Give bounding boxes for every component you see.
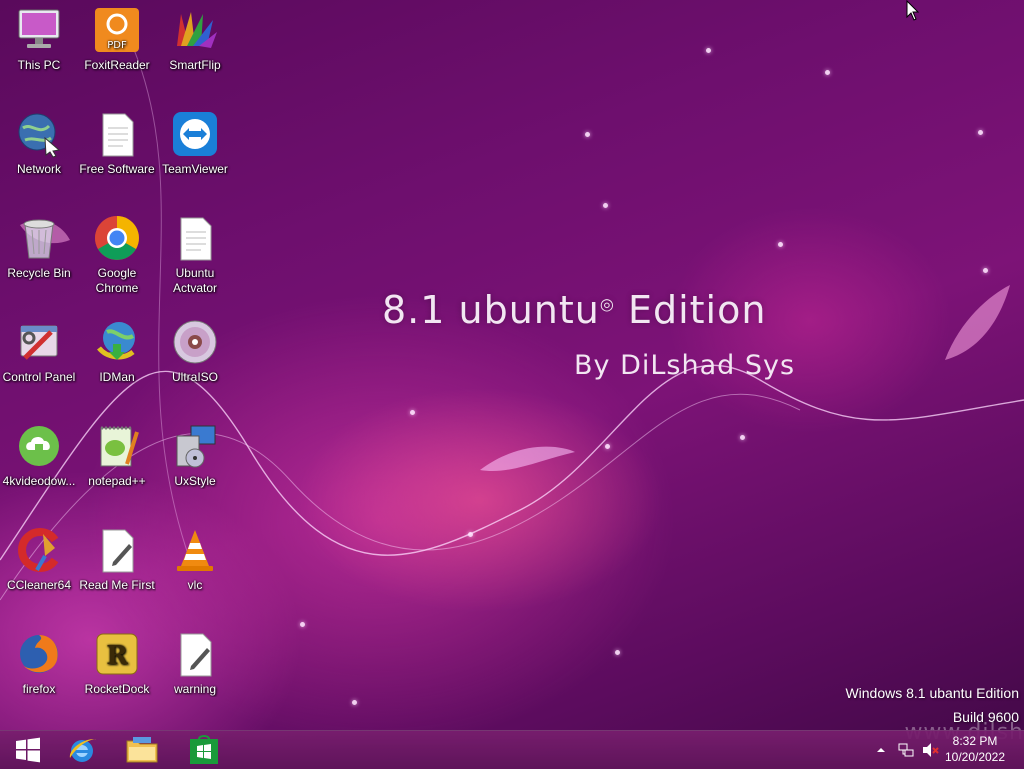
desktop-icon-foxit-reader[interactable]: PDF FoxitReader xyxy=(78,6,156,73)
foxit-pdf-icon: PDF xyxy=(95,8,139,52)
star-decoration xyxy=(825,70,830,75)
windows-logo-icon xyxy=(16,737,40,763)
document-edit-icon xyxy=(102,529,134,573)
globe-icon xyxy=(18,113,61,158)
file-explorer-icon xyxy=(126,737,158,763)
star-decoration xyxy=(585,132,590,137)
idm-globe-icon xyxy=(97,322,135,360)
taskbar: 8:32 PM 10/20/2022 xyxy=(0,730,1024,769)
desktop-icon-free-software[interactable]: Free Software xyxy=(78,110,156,177)
show-hidden-icons-chevron[interactable] xyxy=(876,745,886,755)
star-decoration xyxy=(352,700,357,705)
desktop-icon-idman[interactable]: IDMan xyxy=(78,318,156,385)
desktop-icon-label: vlc xyxy=(187,578,203,592)
desktop-icon-4kvideodownloader[interactable]: 4kvideodow... xyxy=(0,422,78,489)
desktop-icon-smartflip[interactable]: SmartFlip xyxy=(156,6,234,73)
desktop-icon-label: notepad++ xyxy=(88,474,146,488)
recycle-bin-icon xyxy=(23,219,55,259)
star-decoration xyxy=(300,622,305,627)
desktop-icon-google-chrome[interactable]: Google Chrome xyxy=(78,214,156,296)
rocketdock-icon: R xyxy=(96,633,138,675)
desktop-icon-label: firefox xyxy=(22,682,56,696)
notepad-plus-plus-icon xyxy=(100,426,139,467)
desktop-icon-label: warning xyxy=(173,682,217,696)
star-decoration xyxy=(605,444,610,449)
desktop-icon-label: UxStyle xyxy=(174,474,216,488)
start-button[interactable] xyxy=(0,731,56,769)
desktop-icon-label: Ubuntu Actvator xyxy=(172,266,217,295)
star-decoration xyxy=(978,130,983,135)
star-decoration xyxy=(603,203,608,208)
firefox-icon xyxy=(20,635,58,673)
desktop-icon-ubuntu-actvator[interactable]: Ubuntu Actvator xyxy=(156,214,234,296)
desktop-icon-label: TeamViewer xyxy=(162,162,228,176)
desktop-icon-label: SmartFlip xyxy=(169,58,221,72)
desktop-icon-label: Read Me First xyxy=(79,578,155,592)
cloud-download-icon xyxy=(19,426,59,466)
taskbar-file-explorer[interactable] xyxy=(114,731,170,769)
desktop-icon-label: Recycle Bin xyxy=(7,266,71,280)
taskbar-store[interactable] xyxy=(176,731,232,769)
mouse-cursor-icon xyxy=(906,0,920,21)
desktop-icon-teamviewer[interactable]: TeamViewer xyxy=(156,110,234,177)
network-icon[interactable] xyxy=(898,742,914,758)
document-edit-icon xyxy=(180,633,212,677)
desktop-icon-warning[interactable]: warning xyxy=(156,630,234,697)
smartflip-fan-icon xyxy=(177,12,217,48)
ccleaner-icon xyxy=(18,528,59,572)
wallpaper-title: 8.1 ubuntu◎ Edition xyxy=(382,288,767,332)
desktop-icon-notepad-plus-plus[interactable]: notepad++ xyxy=(78,422,156,489)
desktop-icon-network[interactable]: Network xyxy=(0,110,78,177)
desktop-icon-this-pc[interactable]: This PC xyxy=(0,6,78,73)
svg-text:R: R xyxy=(106,641,128,671)
store-icon xyxy=(190,735,218,764)
star-decoration xyxy=(983,268,988,273)
star-decoration xyxy=(706,48,711,53)
desktop-icon-label: FoxitReader xyxy=(84,58,150,72)
desktop-icon-label: Control Panel xyxy=(2,370,76,384)
clock-date: 10/20/2022 xyxy=(944,750,1006,764)
desktop-icon-rocketdock[interactable]: R RocketDock xyxy=(78,630,156,697)
desktop-icon-label: Google Chrome xyxy=(95,266,139,295)
wallpaper-subtitle: By DiLshad Sys xyxy=(574,350,796,381)
desktop-icon-recycle-bin[interactable]: Recycle Bin xyxy=(0,214,78,281)
vlc-cone-icon xyxy=(177,530,213,571)
text-file-icon xyxy=(102,113,134,157)
star-decoration xyxy=(468,532,473,537)
computer-icon xyxy=(18,9,60,48)
control-panel-icon xyxy=(20,325,58,360)
star-decoration xyxy=(410,410,415,415)
taskbar-clock[interactable]: 8:32 PM 10/20/2022 xyxy=(930,733,1020,765)
star-decoration xyxy=(615,650,620,655)
desktop-icon-ccleaner64[interactable]: CCleaner64 xyxy=(0,526,78,593)
desktop-icon-label: This PC xyxy=(17,58,61,72)
os-edition-watermark: Windows 8.1 ubantu Edition xyxy=(845,685,1019,701)
desktop-icon-ultraiso[interactable]: UltraISO xyxy=(156,318,234,385)
desktop-icon-label: IDMan xyxy=(99,370,135,384)
text-file-icon xyxy=(180,217,212,261)
desktop-icon-label: RocketDock xyxy=(84,682,150,696)
desktop-icon-label: UltraISO xyxy=(171,370,218,384)
desktop-icon-uxstyle[interactable]: UxStyle xyxy=(156,422,234,489)
desktop-icon-vlc[interactable]: vlc xyxy=(156,526,234,593)
star-decoration xyxy=(778,242,783,247)
desktop-icon-label: Free Software xyxy=(79,162,155,176)
desktop-icon-control-panel[interactable]: Control Panel xyxy=(0,318,78,385)
taskbar-internet-explorer[interactable] xyxy=(54,731,110,769)
desktop-icon-read-me-first[interactable]: Read Me First xyxy=(78,526,156,593)
disc-icon xyxy=(173,320,217,364)
installer-icon xyxy=(176,425,216,468)
internet-explorer-icon xyxy=(69,739,96,762)
chrome-icon xyxy=(95,216,139,260)
teamviewer-icon xyxy=(173,112,217,156)
clock-time: 8:32 PM xyxy=(952,734,998,748)
desktop-icon-label: Network xyxy=(16,162,61,176)
svg-text:PDF: PDF xyxy=(107,40,127,51)
desktop-icon-label: CCleaner64 xyxy=(6,578,72,592)
star-decoration xyxy=(740,435,745,440)
ubuntu-logo-icon: ◎ xyxy=(599,294,615,314)
desktop-icon-label: 4kvideodow... xyxy=(2,474,76,488)
desktop-icon-firefox[interactable]: firefox xyxy=(0,630,78,697)
